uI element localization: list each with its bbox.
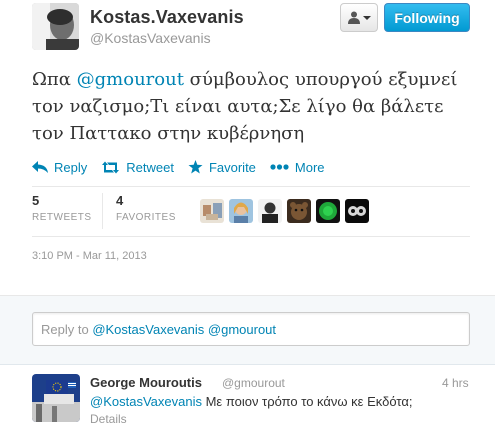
- author-avatar[interactable]: [32, 3, 79, 50]
- author-fullname[interactable]: Kostas.Vaxevanis: [90, 7, 244, 28]
- reply-author-fullname[interactable]: George Mouroutis: [90, 375, 202, 390]
- divider: [32, 236, 470, 237]
- retweets-label: RETWEETS: [32, 212, 92, 223]
- reply-author-screen-name[interactable]: @gmourout: [222, 376, 285, 390]
- reply-author-avatar[interactable]: [32, 374, 80, 422]
- star-icon: [188, 160, 203, 174]
- details-link[interactable]: Details: [90, 412, 127, 426]
- reply-timestamp[interactable]: 4 hrs: [442, 376, 469, 390]
- favorites-stat[interactable]: 4 FAVORITES: [116, 193, 176, 223]
- reply-input-mention: @KostasVaxevanis: [92, 322, 205, 337]
- retweet-label: Retweet: [126, 159, 174, 175]
- tweet-permalink: Kostas.Vaxevanis @KostasVaxevanis Follow…: [0, 0, 495, 295]
- favoriter-avatar[interactable]: [258, 199, 282, 223]
- reply-input-prefix: Reply to: [41, 322, 93, 337]
- stats-separator: [102, 193, 103, 229]
- reply-input-mention: @gmourout: [207, 322, 277, 337]
- favoriter-avatar[interactable]: [345, 199, 369, 223]
- tweet-actions: Reply Retweet Favorite More: [32, 157, 339, 177]
- favoriter-avatars: [200, 199, 369, 223]
- tweet-text-start: Ωπα: [32, 69, 77, 90]
- tweet-mention-link[interactable]: @gmourout: [77, 69, 184, 90]
- reply-input[interactable]: Reply to @KostasVaxevanis @gmourout: [32, 312, 470, 346]
- user-actions-dropdown[interactable]: [340, 3, 378, 32]
- retweet-icon: [102, 161, 120, 173]
- person-icon: [347, 11, 360, 24]
- author-screen-name[interactable]: @KostasVaxevanis: [90, 30, 211, 46]
- tweet-text: Ωπα @gmourout σύμβουλος υπουργού εξυμνεί…: [32, 66, 472, 147]
- retweet-action[interactable]: Retweet: [101, 160, 174, 175]
- retweets-stat[interactable]: 5 RETWEETS: [32, 193, 92, 223]
- more-label: More: [294, 159, 325, 175]
- reply-icon: [32, 161, 48, 173]
- more-action[interactable]: More: [270, 160, 325, 175]
- favorite-label: Favorite: [208, 159, 256, 175]
- favoriter-avatar[interactable]: [316, 199, 340, 223]
- reply-action[interactable]: Reply: [32, 160, 87, 175]
- favoriter-avatar[interactable]: [229, 199, 253, 223]
- retweets-count: 5: [32, 193, 40, 208]
- reply-label: Reply: [54, 159, 88, 175]
- favorite-action[interactable]: Favorite: [188, 160, 256, 175]
- following-button[interactable]: Following: [384, 3, 470, 32]
- reply-area: Reply to @KostasVaxevanis @gmourout: [0, 295, 495, 365]
- reply-tweet-text: @KostasVaxevanis Με ποιον τρόπο το κάνω …: [90, 394, 412, 409]
- favorites-count: 4: [116, 193, 124, 208]
- reply-tweet[interactable]: George Mouroutis @gmourout 4 hrs @Kostas…: [0, 366, 495, 433]
- divider: [32, 186, 470, 187]
- tweet-timestamp: 3:10 PM - Mar 11, 2013: [32, 250, 147, 262]
- favoriter-avatar[interactable]: [287, 199, 311, 223]
- caret-down-icon: [362, 15, 371, 20]
- reply-text-body: Με ποιον τρόπο το κάνω κε Εκδότα;: [201, 394, 413, 409]
- more-dots-icon: [270, 164, 289, 170]
- favoriter-avatar[interactable]: [200, 199, 224, 223]
- favorites-label: FAVORITES: [116, 212, 176, 223]
- reply-mention-link[interactable]: @KostasVaxevanis: [90, 394, 202, 409]
